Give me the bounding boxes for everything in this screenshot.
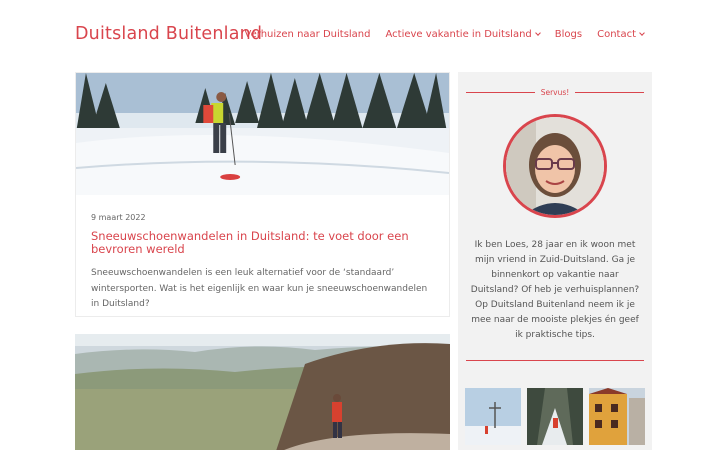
post-excerpt: Sneeuwschoenwandelen is een leuk alterna… <box>91 268 428 310</box>
instagram-thumb[interactable] <box>527 388 583 445</box>
widget-heading: Servus! <box>466 88 645 97</box>
bio-divider <box>466 360 644 361</box>
nav-item-blogs[interactable]: Blogs <box>555 29 582 40</box>
nav-item-label: Actieve vakantie in Duitsland <box>385 29 532 40</box>
nav-item-label: Verhuizen naar Duitsland <box>244 29 371 40</box>
nav-item-actieve-vakantie[interactable]: Actieve vakantie in Duitsland <box>385 29 541 40</box>
post-image-snowshoe[interactable] <box>76 73 449 195</box>
nav-item-label: Blogs <box>554 29 583 40</box>
nav-item-contact[interactable]: Contact <box>597 29 645 40</box>
instagram-feed <box>465 388 645 445</box>
nav-item-verhuizen[interactable]: Verhuizen naar Duitsland <box>245 29 371 40</box>
post-card <box>75 334 450 450</box>
heading-divider <box>575 92 645 93</box>
nav-item-label: Contact <box>597 29 636 40</box>
main-nav: Verhuizen naar Duitsland Actieve vakanti… <box>245 29 645 40</box>
post-card: 9 maart 2022 Sneeuwschoenwandelen in Dui… <box>75 72 450 317</box>
post-title-link[interactable]: Sneeuwschoenwandelen in Duitsland: te vo… <box>91 229 434 256</box>
chevron-down-icon <box>534 30 541 36</box>
chevron-down-icon <box>639 30 645 36</box>
instagram-thumb[interactable] <box>465 388 521 445</box>
post-image-valley-view[interactable] <box>75 334 450 450</box>
sidebar: Servus! Ik ben Loes, 28 jaar en ik woon … <box>458 72 652 450</box>
widget-heading-text: Servus! <box>540 88 570 97</box>
site-title[interactable]: Duitsland Buitenland <box>75 24 262 44</box>
heading-divider <box>466 92 535 93</box>
bio-text: Ik ben Loes, 28 jaar en ik woon met mijn… <box>470 240 640 341</box>
instagram-thumb[interactable] <box>589 388 645 445</box>
post-date: 9 maart 2022 <box>91 213 146 222</box>
portrait-image <box>506 117 604 215</box>
avatar <box>503 114 607 218</box>
